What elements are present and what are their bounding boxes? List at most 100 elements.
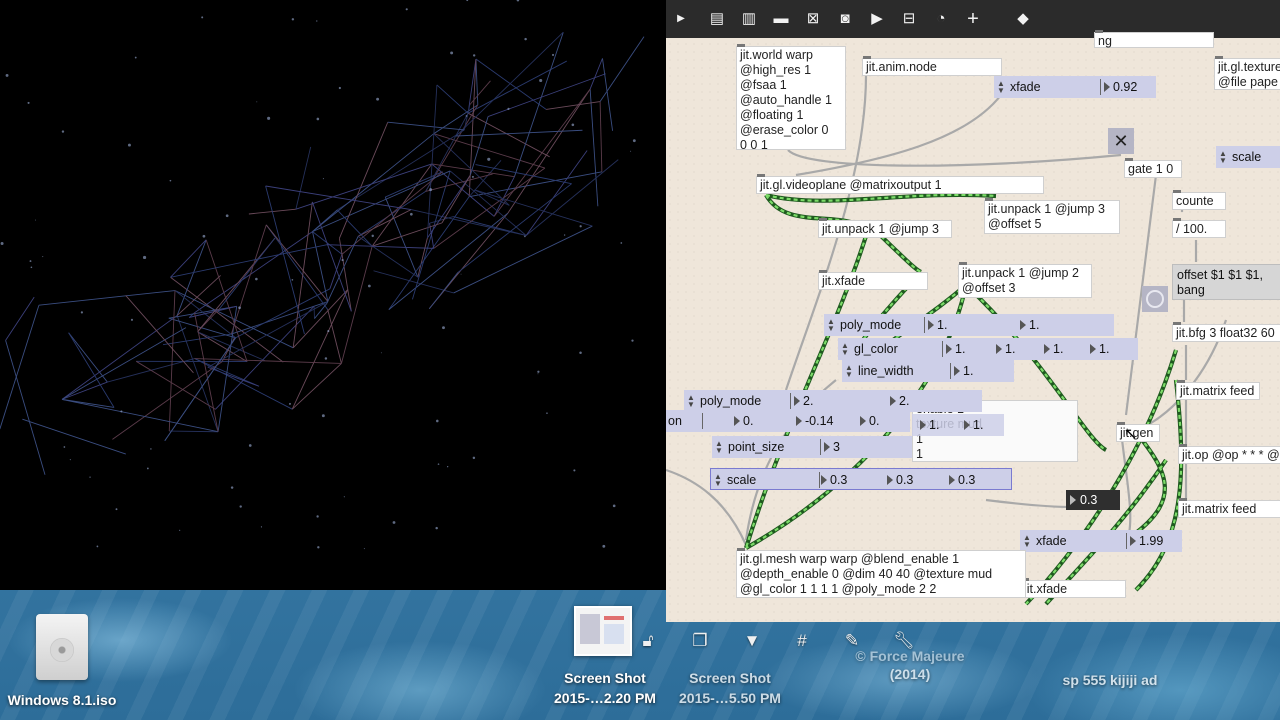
row-b-value2[interactable]: -0.14	[796, 410, 834, 432]
mesh-point	[89, 476, 91, 478]
mesh-edge	[194, 231, 313, 314]
mesh-edge	[164, 337, 237, 441]
matrix-feed-a-object[interactable]: jit.matrix feed	[1176, 380, 1260, 400]
poly-mode-a-value2[interactable]: 1.	[1020, 314, 1039, 336]
mesh-point	[376, 97, 380, 101]
xfade-object[interactable]: jit.xfade	[818, 270, 928, 290]
mesh-edge	[312, 133, 435, 232]
jit-world-object[interactable]: jit.world warp @high_res 1 @fsaa 1 @auto…	[736, 44, 846, 152]
mesh-point	[30, 266, 33, 269]
point-size-attr[interactable]: ▲ ▼ point_size 3	[712, 436, 912, 458]
number-icon[interactable]: ▶	[866, 9, 888, 29]
unpack-jump2-object[interactable]: jit.unpack 1 @jump 2 @offset 3	[958, 262, 1092, 298]
videoplane-object[interactable]: jit.gl.videoplane @matrixoutput 1	[756, 174, 1044, 194]
bang-button[interactable]	[1142, 286, 1168, 312]
xfade-bottom-value[interactable]: 1.99	[1130, 530, 1163, 552]
add-object-icon[interactable]: +	[962, 9, 984, 29]
poly-mode-a-value1[interactable]: 1.	[928, 314, 947, 336]
row-b-value3[interactable]: 0.	[860, 410, 879, 432]
slider-icon[interactable]: ⊟	[898, 9, 920, 29]
row-c-value1[interactable]: 1.	[920, 414, 939, 436]
scale-y-value[interactable]: 0.3	[887, 469, 913, 491]
row-b-value1[interactable]: 0.	[734, 410, 753, 432]
jit-gen-object[interactable]: jit.gen	[1116, 422, 1160, 442]
offset-message[interactable]: offset $1 $1 $1, bang	[1172, 264, 1280, 300]
scale-x-value[interactable]: 0.3	[821, 469, 847, 491]
mesh-point	[321, 414, 325, 418]
float-number-box[interactable]: 0.3	[1066, 490, 1120, 510]
divide-object[interactable]: / 100.	[1172, 218, 1226, 238]
gl-mesh-object[interactable]: jit.gl.mesh warp warp @blend_enable 1 @d…	[736, 548, 1026, 598]
message-icon[interactable]: ▥	[738, 9, 760, 29]
grid-icon[interactable]: #	[790, 630, 814, 652]
scale-attr-selected[interactable]: ▲ ▼ scale 0.3 0.3 0.3	[710, 468, 1012, 490]
mesh-point	[225, 214, 229, 218]
lock-icon[interactable]: 🔓︎	[636, 630, 660, 652]
close-icon[interactable]: ✕	[1108, 128, 1134, 154]
screenshot-1-label[interactable]: Screen Shot 2015-…2.20 PM	[545, 668, 665, 708]
ng-object[interactable]: ng	[1094, 30, 1214, 48]
poly-mode-b-value2[interactable]: 2.	[890, 390, 909, 412]
matrix-feed-b-object[interactable]: jit.matrix feed	[1178, 498, 1280, 518]
line-width-attr[interactable]: ▲ ▼ line_width 1.	[842, 360, 1014, 382]
scale-attr-right[interactable]: ▲ ▼ scale	[1216, 146, 1280, 168]
chevron-down-icon[interactable]: ▶	[670, 9, 692, 29]
screenshot-thumbnail-icon[interactable]	[574, 606, 632, 656]
poly-mode-attr-a[interactable]: ▲ ▼ poly_mode 1. 1.	[824, 314, 1114, 336]
desktop-icon-label-iso[interactable]: Windows 8.1.iso	[0, 690, 124, 710]
mesh-point	[539, 78, 543, 83]
unpack-jump3-object[interactable]: jit.unpack 1 @jump 3	[818, 218, 952, 238]
mesh-edge	[589, 89, 599, 207]
gl-color-g[interactable]: 1.	[996, 338, 1015, 360]
unpack-offset5-object[interactable]: jit.unpack 1 @jump 3 @offset 5	[984, 198, 1120, 234]
mesh-point	[537, 370, 540, 373]
new-view-icon[interactable]: ❐	[688, 630, 712, 652]
xfade-value[interactable]: 0.92	[1104, 76, 1137, 98]
gl-color-attr[interactable]: ▲ ▼ gl_color 1. 1. 1. 1.	[838, 338, 1138, 360]
mesh-point	[367, 284, 371, 288]
attr-row-b[interactable]: on 0. -0.14 0.	[666, 410, 910, 432]
patcher-window-icon[interactable]: ▤	[706, 9, 728, 29]
point-size-value[interactable]: 3	[824, 436, 840, 458]
row-c-value2[interactable]: 1.	[964, 414, 983, 436]
disk-image-icon[interactable]	[36, 614, 88, 680]
scale-z-value[interactable]: 0.3	[949, 469, 975, 491]
mesh-point	[630, 150, 632, 152]
anim-node-object[interactable]: jit.anim.node	[862, 56, 1002, 76]
mesh-edge	[207, 301, 329, 368]
counter-object[interactable]: counte	[1172, 190, 1226, 210]
line-width-value[interactable]: 1.	[954, 360, 973, 382]
texture-object[interactable]: jit.gl.texture @file pape	[1214, 56, 1280, 90]
xfade-attr-bottom[interactable]: ▲ ▼ xfade 1.99	[1020, 530, 1182, 552]
xfade-attr-top[interactable]: ▲ ▼ xfade 0.92	[994, 76, 1156, 98]
gl-color-b[interactable]: 1.	[1044, 338, 1063, 360]
poly-mode-attr-b[interactable]: ▲ ▼ poly_mode 2. 2.	[684, 390, 982, 412]
mesh-point	[134, 56, 137, 59]
gl-color-r[interactable]: 1.	[946, 338, 965, 360]
stepper-icon: ▲ ▼	[845, 363, 853, 379]
poly-mode-b-value1[interactable]: 2.	[794, 390, 813, 412]
mesh-point	[5, 73, 9, 77]
attr-row-c[interactable]: 1. 1.	[912, 414, 1004, 436]
screenshot-2-label[interactable]: Screen Shot 2015-…5.50 PM	[670, 668, 790, 708]
paint-bucket-icon[interactable]: ◆	[1012, 9, 1034, 29]
stepper-icon: ▲ ▼	[687, 393, 695, 409]
button-icon[interactable]: ⊠	[802, 9, 824, 29]
patcher-window[interactable]: ▶ ▤ ▥ ▬ ⊠ ◙ ▶ ⊟ ◔ + ◆ jit.world warp @hi…	[666, 0, 1280, 622]
bfg-object[interactable]: jit.bfg 3 float32 60	[1172, 322, 1280, 342]
faded-label-1: © Force Majeure	[855, 648, 965, 664]
jit-op-object[interactable]: jit.op @op * * * @	[1178, 444, 1280, 464]
toggle-icon[interactable]: ◙	[834, 9, 856, 29]
gate-object[interactable]: gate 1 0	[1124, 158, 1182, 178]
dial-icon[interactable]: ◔	[930, 9, 952, 29]
mesh-point	[632, 139, 636, 143]
wireframe-render	[0, 0, 645, 550]
render-window[interactable]	[0, 0, 666, 590]
xfade-object-bottom[interactable]: jit.xfade	[1020, 578, 1126, 598]
mesh-edge	[291, 363, 342, 410]
comment-icon[interactable]: ▬	[770, 9, 792, 29]
presentation-icon[interactable]: ▼	[740, 630, 764, 652]
mesh-point	[447, 466, 449, 468]
gl-color-a[interactable]: 1.	[1090, 338, 1109, 360]
mesh-point	[472, 54, 476, 57]
